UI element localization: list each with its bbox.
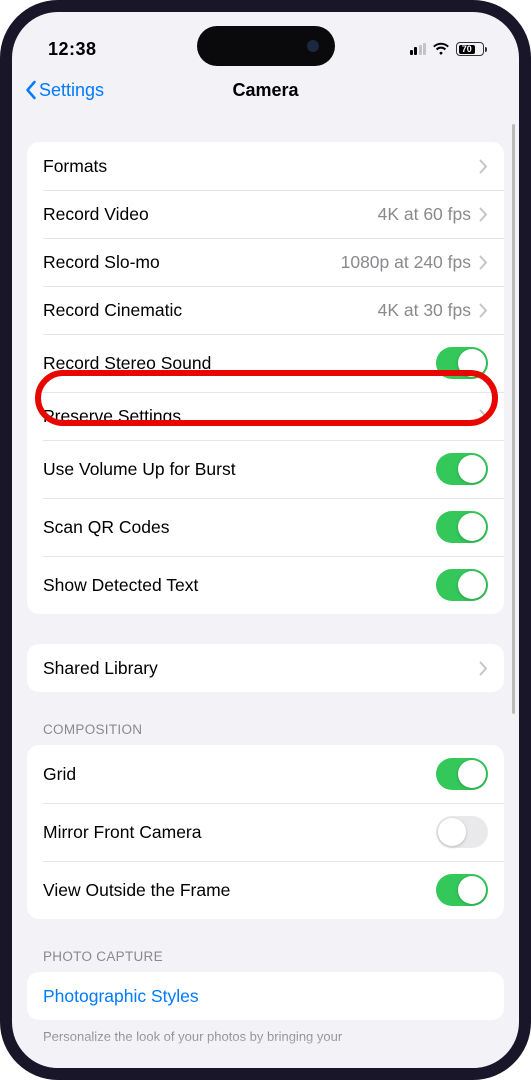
chevron-right-icon (479, 303, 488, 318)
row-grid: Grid (27, 745, 504, 803)
row-value: 4K at 30 fps (378, 300, 471, 321)
chevron-right-icon (479, 255, 488, 270)
row-preserve-settings[interactable]: Preserve Settings (27, 392, 504, 440)
page-title: Camera (232, 80, 298, 101)
toggle-grid[interactable] (436, 758, 488, 790)
cellular-icon (410, 43, 427, 55)
toggle-view-outside[interactable] (436, 874, 488, 906)
row-label: Record Video (43, 204, 378, 225)
row-stereo-sound: Record Stereo Sound (27, 334, 504, 392)
wifi-icon (432, 42, 450, 56)
row-label: Record Cinematic (43, 300, 378, 321)
toggle-mirror-front[interactable] (436, 816, 488, 848)
toggle-stereo-sound[interactable] (436, 347, 488, 379)
content-scroll[interactable]: Formats Record Video 4K at 60 fps Record… (12, 112, 519, 1068)
scroll-indicator (512, 124, 515, 714)
toggle-volume-burst[interactable] (436, 453, 488, 485)
row-label: View Outside the Frame (43, 880, 436, 901)
dynamic-island (197, 26, 335, 66)
row-label: Scan QR Codes (43, 517, 436, 538)
status-time: 12:38 (48, 39, 97, 60)
chevron-right-icon (479, 409, 488, 424)
nav-bar: Settings Camera (12, 68, 519, 112)
row-record-cinematic[interactable]: Record Cinematic 4K at 30 fps (27, 286, 504, 334)
composition-group: Grid Mirror Front Camera View Outside th… (27, 745, 504, 919)
row-view-outside: View Outside the Frame (27, 861, 504, 919)
back-button[interactable]: Settings (24, 80, 104, 101)
row-photographic-styles[interactable]: Photographic Styles (27, 972, 504, 1020)
camera-settings-group: Formats Record Video 4K at 60 fps Record… (27, 142, 504, 614)
row-label: Preserve Settings (43, 406, 479, 427)
row-scan-qr: Scan QR Codes (27, 498, 504, 556)
chevron-left-icon (24, 80, 37, 100)
row-value: 4K at 60 fps (378, 204, 471, 225)
row-label: Mirror Front Camera (43, 822, 436, 843)
photo-capture-group: Photographic Styles (27, 972, 504, 1020)
shared-library-group: Shared Library (27, 644, 504, 692)
row-volume-burst: Use Volume Up for Burst (27, 440, 504, 498)
row-label: Formats (43, 156, 479, 177)
row-label: Photographic Styles (43, 986, 199, 1007)
row-shared-library[interactable]: Shared Library (27, 644, 504, 692)
row-value: 1080p at 240 fps (341, 252, 471, 273)
row-formats[interactable]: Formats (27, 142, 504, 190)
row-label: Record Slo-mo (43, 252, 341, 273)
toggle-scan-qr[interactable] (436, 511, 488, 543)
chevron-right-icon (479, 661, 488, 676)
row-detected-text: Show Detected Text (27, 556, 504, 614)
toggle-detected-text[interactable] (436, 569, 488, 601)
chevron-right-icon (479, 159, 488, 174)
row-mirror-front: Mirror Front Camera (27, 803, 504, 861)
photo-capture-header: PHOTO CAPTURE (43, 949, 504, 964)
chevron-right-icon (479, 207, 488, 222)
row-label: Shared Library (43, 658, 479, 679)
battery-icon: 70 (456, 42, 487, 56)
row-record-slomo[interactable]: Record Slo-mo 1080p at 240 fps (27, 238, 504, 286)
back-label: Settings (39, 80, 104, 101)
row-label: Show Detected Text (43, 575, 436, 596)
row-label: Use Volume Up for Burst (43, 459, 436, 480)
footer-text: Personalize the look of your photos by b… (27, 1020, 504, 1046)
row-label: Record Stereo Sound (43, 353, 436, 374)
row-record-video[interactable]: Record Video 4K at 60 fps (27, 190, 504, 238)
row-label: Grid (43, 764, 436, 785)
composition-header: COMPOSITION (43, 722, 504, 737)
